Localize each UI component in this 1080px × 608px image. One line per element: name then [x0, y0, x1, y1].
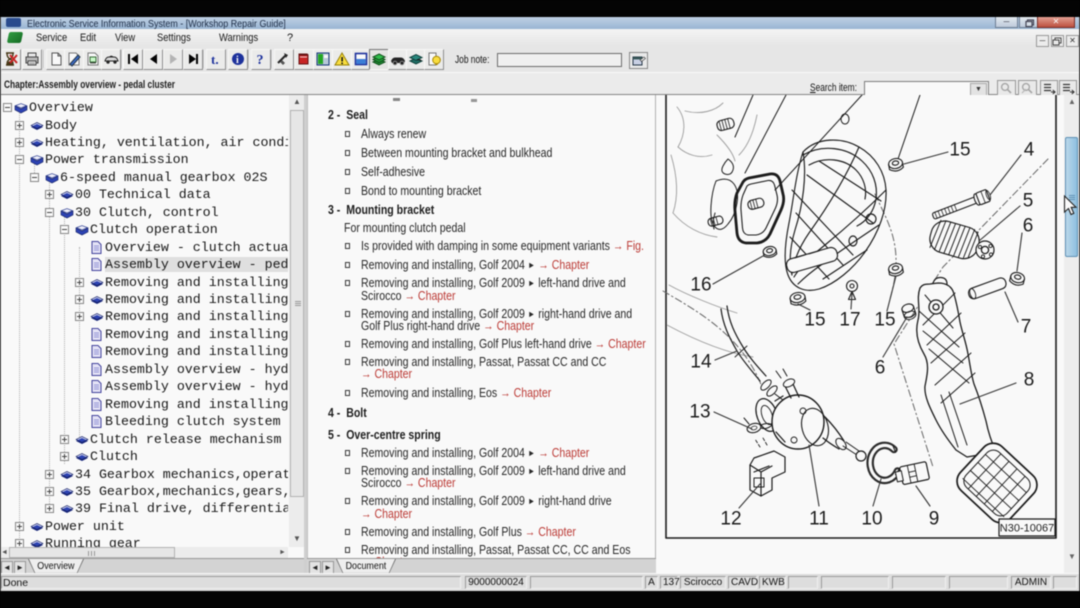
svg-text:8: 8	[1024, 370, 1035, 391]
svg-text:5: 5	[1023, 191, 1034, 212]
svg-text:9: 9	[929, 509, 940, 530]
svg-text:?: ?	[257, 53, 264, 67]
svg-text:17: 17	[839, 310, 860, 331]
svg-text:13: 13	[689, 402, 710, 423]
svg-text:15: 15	[949, 140, 970, 161]
svg-text:14: 14	[690, 352, 712, 373]
svg-text:6: 6	[875, 358, 886, 379]
svg-text:6: 6	[1023, 216, 1034, 237]
svg-text:i: i	[236, 55, 239, 66]
svg-text:15: 15	[874, 310, 895, 331]
svg-text:16: 16	[690, 275, 711, 296]
svg-text:10: 10	[861, 509, 882, 530]
svg-text:t.: t.	[211, 52, 219, 67]
svg-text:11: 11	[809, 509, 829, 530]
svg-text:N30-10067: N30-10067	[1000, 523, 1054, 535]
svg-text:7: 7	[1021, 317, 1032, 338]
svg-text:15: 15	[804, 310, 825, 331]
svg-text:12: 12	[720, 509, 741, 530]
svg-text:4: 4	[1024, 140, 1035, 161]
